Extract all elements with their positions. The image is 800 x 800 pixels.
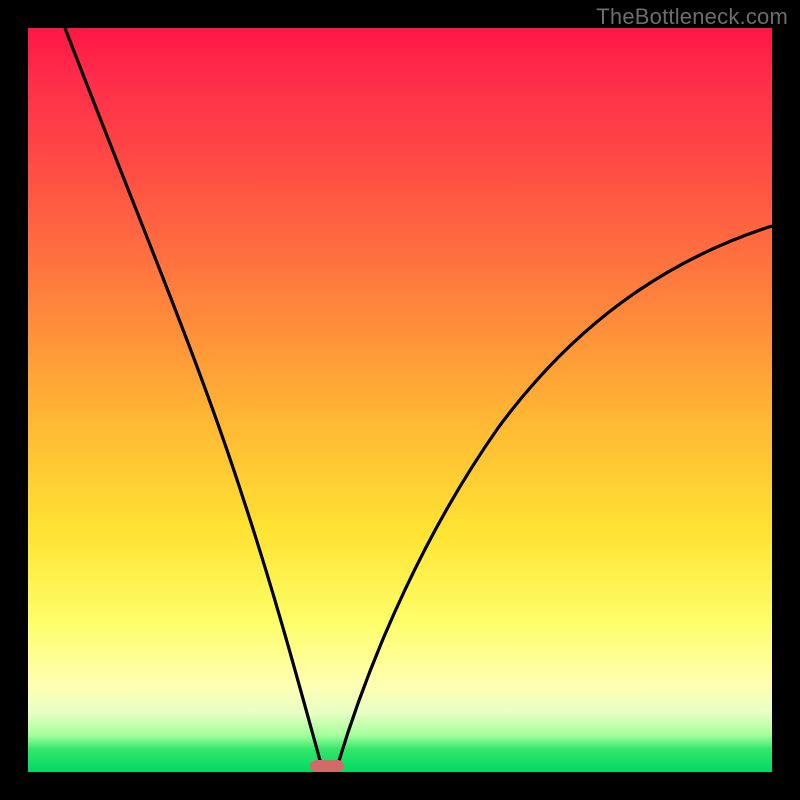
plot-area [28, 28, 772, 772]
curve-right-branch [338, 226, 772, 764]
chart-frame: TheBottleneck.com [0, 0, 800, 800]
curve-left-branch [65, 28, 321, 764]
watermark-text: TheBottleneck.com [596, 4, 788, 30]
optimum-marker [310, 760, 344, 772]
bottleneck-curve [28, 28, 772, 772]
